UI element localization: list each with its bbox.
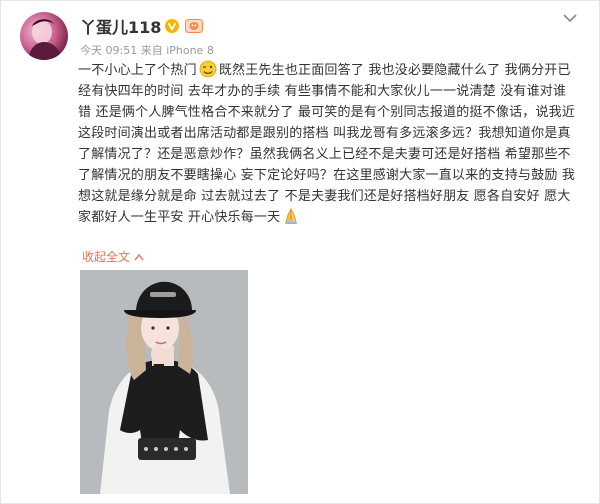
post-body: 一不小心上了个热门 既然王先生也正面回答了 我也没必要隐藏什么了 我俩分开已经有… (78, 60, 578, 228)
avatar[interactable] (20, 12, 68, 60)
post-meta: 今天 09:51 来自 iPhone 8 (80, 44, 214, 57)
post-image[interactable] (80, 270, 248, 494)
post-text-part1: 一不小心上了个热门 (78, 63, 197, 78)
collapse-link[interactable]: 收起全文 (82, 248, 144, 265)
praying-hands-emoji-icon (285, 208, 298, 224)
post-text-part2: 既然王先生也正面回答了 我也没必要隐藏什么了 我俩分开已经有快四年的时间 去年才… (78, 63, 576, 225)
avatar-photo (28, 19, 62, 60)
collapse-arrow-icon (134, 253, 144, 260)
chevron-down-icon[interactable] (562, 10, 578, 26)
user-level-icon (185, 19, 204, 33)
wink-face-emoji-icon (199, 60, 217, 78)
post-image-art (80, 270, 248, 494)
verified-v-icon (165, 19, 180, 33)
post-header: 丫蛋儿118 (80, 14, 204, 38)
username[interactable]: 丫蛋儿118 (80, 14, 161, 38)
collapse-label: 收起全文 (82, 250, 131, 264)
